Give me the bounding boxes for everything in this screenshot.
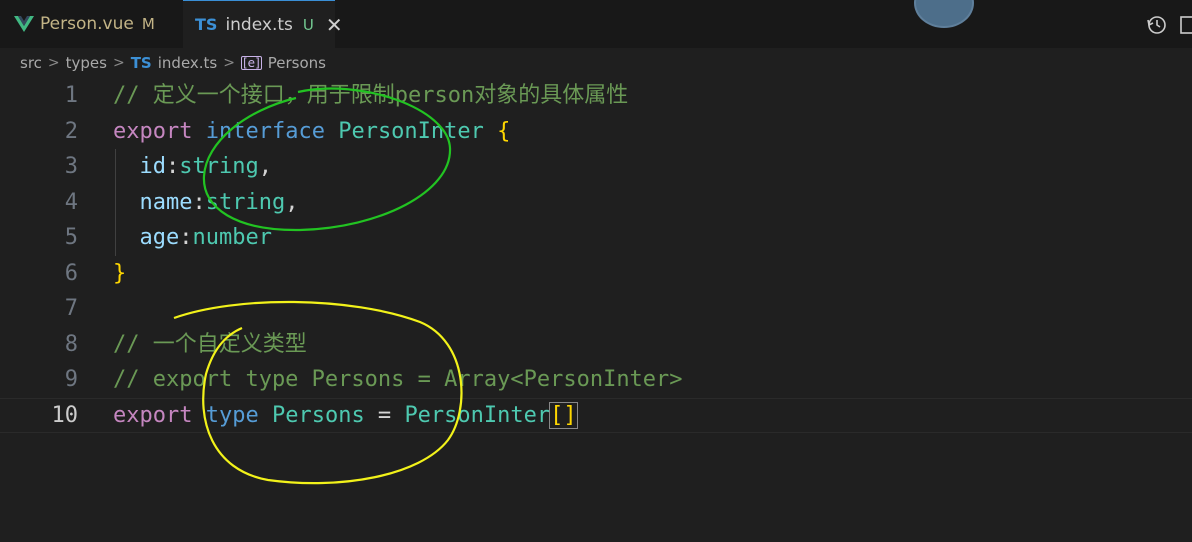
code-line[interactable]: 10 export type Persons = PersonInter[]: [0, 398, 1192, 433]
tab-label: Person.vue: [40, 14, 134, 34]
breadcrumb-item-src[interactable]: src: [20, 54, 42, 72]
avatar-icon[interactable]: [914, 0, 974, 28]
code-token: id: [139, 154, 167, 179]
tab-status: M: [141, 15, 155, 33]
tab-label: index.ts: [225, 14, 293, 35]
code-token: PersonInter: [338, 118, 484, 144]
chevron-right-icon: >: [47, 55, 60, 71]
code-token: age: [139, 225, 180, 250]
line-number: 3: [64, 154, 78, 179]
code-token: ,: [258, 154, 272, 179]
code-token: // export type Persons = Array<PersonInt…: [113, 367, 683, 392]
code-text: // export type Persons = Array<PersonInt…: [113, 362, 683, 397]
line-number: 5: [64, 225, 78, 250]
code-text: export type Persons = PersonInter[]: [113, 398, 578, 433]
code-text: id:string,: [113, 149, 272, 184]
history-icon[interactable]: [1146, 14, 1168, 36]
code-line[interactable]: 3 id:string,: [0, 149, 1192, 184]
code-token: string: [205, 189, 286, 215]
code-token: []: [549, 401, 578, 429]
code-token: export: [113, 402, 193, 428]
code-token: {: [497, 118, 511, 144]
breadcrumb-item-symbol[interactable]: Persons: [268, 54, 326, 72]
ts-icon: TS: [195, 15, 218, 34]
ts-icon: TS: [130, 54, 152, 72]
chevron-right-icon: >: [223, 55, 235, 71]
code-line[interactable]: 8 // 一个自定义类型: [0, 327, 1192, 362]
tab-status: U: [302, 15, 314, 34]
tab-index-ts[interactable]: TS index.ts U ✕: [183, 0, 343, 48]
code-token: }: [113, 260, 127, 286]
code-line[interactable]: 9 // export type Persons = Array<PersonIn…: [0, 362, 1192, 397]
close-icon[interactable]: ✕: [326, 15, 343, 35]
breadcrumb: src > types > TS index.ts > [e] Persons: [20, 52, 326, 74]
line-number: 8: [64, 331, 78, 357]
line-number: 4: [64, 189, 78, 215]
chevron-right-icon: >: [112, 55, 125, 71]
code-line[interactable]: 5 age:number: [0, 220, 1192, 255]
code-line[interactable]: 2 export interface PersonInter {: [0, 114, 1192, 149]
code-line[interactable]: 6}: [0, 256, 1192, 291]
code-token: :: [166, 154, 180, 179]
line-number: 7: [64, 296, 78, 321]
code-token: Persons: [271, 402, 365, 428]
code-token: name: [139, 189, 193, 215]
code-token: ,: [285, 189, 299, 215]
code-token: PersonInter: [404, 402, 551, 428]
tab-bar: Person.vue M TS index.ts U ✕: [0, 0, 1192, 48]
code-token: =: [364, 402, 405, 428]
code-line[interactable]: 4 name:string,: [0, 185, 1192, 220]
code-token: interface: [205, 118, 325, 144]
code-text: }: [113, 256, 126, 291]
code-token: :: [179, 225, 193, 250]
code-text: export interface PersonInter {: [113, 114, 510, 149]
code-text: name:string,: [113, 185, 299, 220]
code-token: // 一个自定义类型: [113, 331, 307, 357]
code-text: age:number: [113, 220, 272, 255]
split-editor-icon[interactable]: [1180, 14, 1192, 36]
tab-person-vue[interactable]: Person.vue M: [0, 0, 182, 48]
code-token: export: [113, 118, 193, 144]
code-text: // 定义一个接口，用于限制person对象的具体属性: [113, 78, 628, 113]
line-number: 1: [64, 83, 78, 108]
line-number: 2: [64, 118, 78, 144]
line-number: 6: [64, 260, 78, 286]
code-line[interactable]: 1 // 定义一个接口，用于限制person对象的具体属性: [0, 78, 1192, 113]
breadcrumb-item-file[interactable]: index.ts: [158, 54, 218, 72]
breadcrumb-item-types[interactable]: types: [66, 54, 107, 72]
code-token: type: [205, 402, 259, 428]
code-text: // 一个自定义类型: [113, 327, 307, 362]
code-line[interactable]: 7: [0, 291, 1192, 326]
indent-guide: [115, 149, 116, 256]
vue-icon: [14, 16, 34, 32]
symbol-variable-icon: [e]: [241, 56, 262, 70]
code-token: // 定义一个接口，用于限制person对象的具体属性: [113, 83, 629, 108]
code-token: string: [179, 154, 259, 179]
code-token: number: [192, 225, 272, 250]
code-token: :: [192, 189, 206, 215]
line-number: 10: [51, 402, 79, 428]
line-number: 9: [64, 367, 78, 392]
